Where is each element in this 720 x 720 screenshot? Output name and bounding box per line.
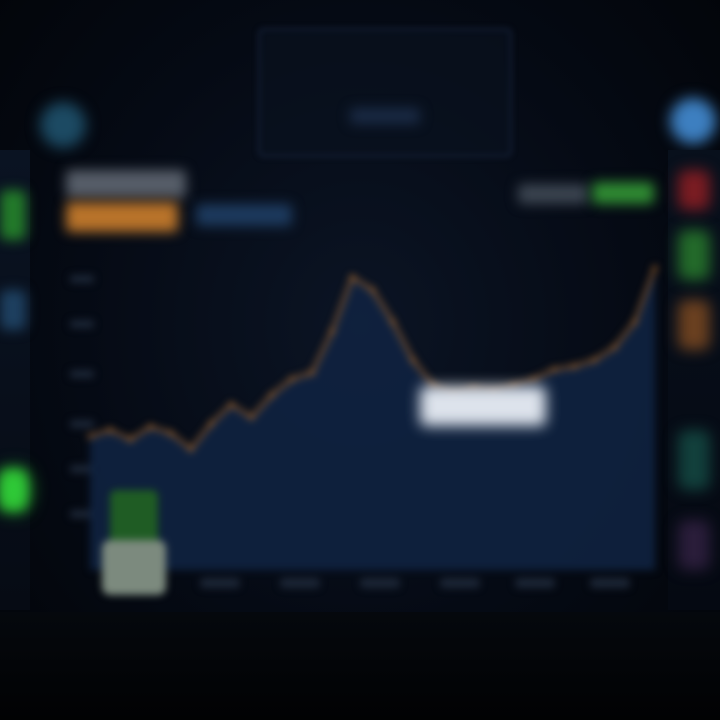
data-point: [611, 344, 618, 351]
left-sidebar-indicator: [0, 190, 26, 240]
right-sidebar-indicator: [678, 300, 710, 350]
data-point: [208, 420, 215, 427]
data-point: [652, 264, 658, 271]
price-chart[interactable]: [40, 160, 680, 610]
monitor-screen: [0, 0, 720, 720]
data-point: [268, 392, 275, 398]
data-point: [349, 274, 356, 281]
data-point: [551, 366, 558, 373]
data-point: [127, 436, 134, 443]
data-point: [309, 369, 315, 376]
data-point: [571, 363, 578, 370]
data-point: [288, 376, 295, 383]
right-sidebar-indicator: [678, 170, 710, 210]
data-point: [248, 414, 255, 421]
data-point: [329, 328, 336, 335]
x-tick-label: [515, 578, 555, 588]
data-point: [147, 423, 154, 430]
top-info-panel: [258, 28, 512, 157]
y-tick-label: [70, 370, 94, 378]
data-point: [530, 376, 537, 383]
right-sidebar-indicator: [678, 230, 710, 280]
data-point: [389, 318, 396, 325]
data-point: [409, 357, 416, 363]
data-point: [631, 318, 638, 325]
x-tick-label: [440, 578, 480, 588]
monitor-bezel: [0, 612, 720, 720]
x-tick-label: [360, 578, 400, 588]
data-point: [187, 446, 194, 453]
top-panel-text-block: [350, 108, 420, 124]
right-sidebar-indicator: [678, 430, 710, 490]
green-glow-indicator: [0, 470, 28, 510]
data-point: [167, 430, 174, 437]
data-point: [87, 433, 93, 440]
x-tick-label: [590, 578, 630, 588]
right-circle-button-icon[interactable]: [670, 98, 716, 144]
series-area: [90, 267, 655, 570]
data-point: [228, 401, 235, 408]
data-point: [591, 357, 598, 363]
data-point: [369, 287, 376, 293]
right-sidebar-indicator: [678, 520, 710, 570]
x-tick-label: [280, 578, 320, 588]
volume-bar-green: [102, 490, 166, 595]
y-tick-label: [70, 420, 94, 428]
x-axis-ticks: [200, 578, 630, 588]
y-tick-label: [70, 320, 94, 328]
left-sidebar-indicator: [0, 290, 26, 330]
series-layer: [87, 264, 658, 570]
x-tick-label: [200, 578, 240, 588]
data-point: [107, 427, 114, 433]
tooltip-badge: [420, 386, 546, 426]
left-circle-button-icon[interactable]: [40, 102, 86, 148]
y-tick-label: [70, 275, 94, 283]
